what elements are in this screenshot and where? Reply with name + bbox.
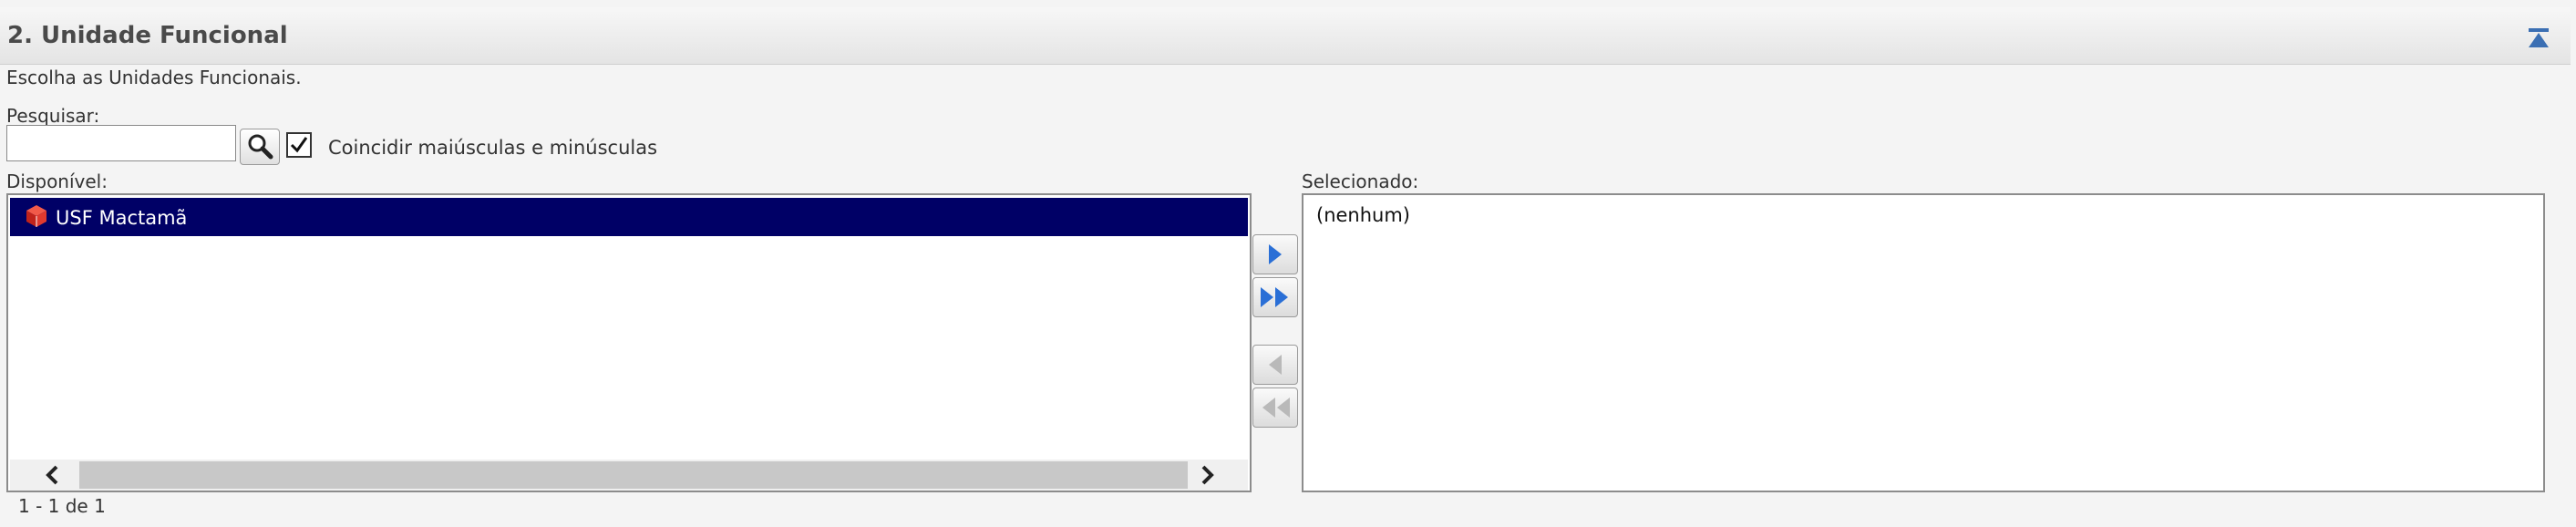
search-input[interactable]	[6, 125, 236, 161]
section-title: 2. Unidade Funcional	[7, 22, 288, 49]
match-case-label: Coincidir maiúsculas e minúsculas	[328, 137, 658, 159]
search-label: Pesquisar:	[6, 105, 100, 127]
section-header[interactable]: 2. Unidade Funcional	[0, 7, 2571, 65]
match-case-checkbox[interactable]	[286, 132, 312, 158]
list-item-label: USF Mactamã	[56, 207, 188, 229]
selected-empty-text: (nenhum)	[1316, 204, 1411, 226]
magnifier-icon	[241, 134, 279, 168]
selected-list[interactable]: (nenhum)	[1302, 193, 2545, 492]
move-left-button[interactable]	[1252, 345, 1298, 385]
double-arrow-right-icon	[1261, 287, 1288, 307]
arrow-right-icon	[1269, 244, 1282, 264]
arrow-left-icon	[1269, 355, 1282, 375]
double-arrow-left-icon	[1262, 398, 1290, 418]
move-all-left-button[interactable]	[1252, 388, 1298, 428]
checkmark-icon	[290, 137, 308, 153]
chevron-right-icon[interactable]	[1195, 463, 1219, 487]
scrollbar-thumb[interactable]	[79, 461, 1188, 489]
unit-cube-icon	[25, 203, 48, 229]
unidade-funcional-panel: 2. Unidade Funcional Escolha as Unidades…	[0, 0, 2576, 527]
instructions-text: Escolha as Unidades Funcionais.	[6, 67, 302, 88]
available-list[interactable]: USF Mactamã	[6, 193, 1252, 492]
selected-label: Selecionado:	[1302, 170, 1419, 192]
horizontal-scrollbar[interactable]	[10, 460, 1248, 491]
move-right-button[interactable]	[1252, 234, 1298, 274]
pagination-info: 1 - 1 de 1	[18, 495, 106, 517]
chevron-left-icon[interactable]	[41, 463, 65, 487]
collapse-up-icon[interactable]	[2525, 26, 2552, 51]
list-item[interactable]: USF Mactamã	[10, 198, 1248, 236]
move-all-right-button[interactable]	[1252, 277, 1298, 317]
search-button[interactable]	[240, 129, 280, 165]
available-label: Disponível:	[6, 170, 108, 192]
